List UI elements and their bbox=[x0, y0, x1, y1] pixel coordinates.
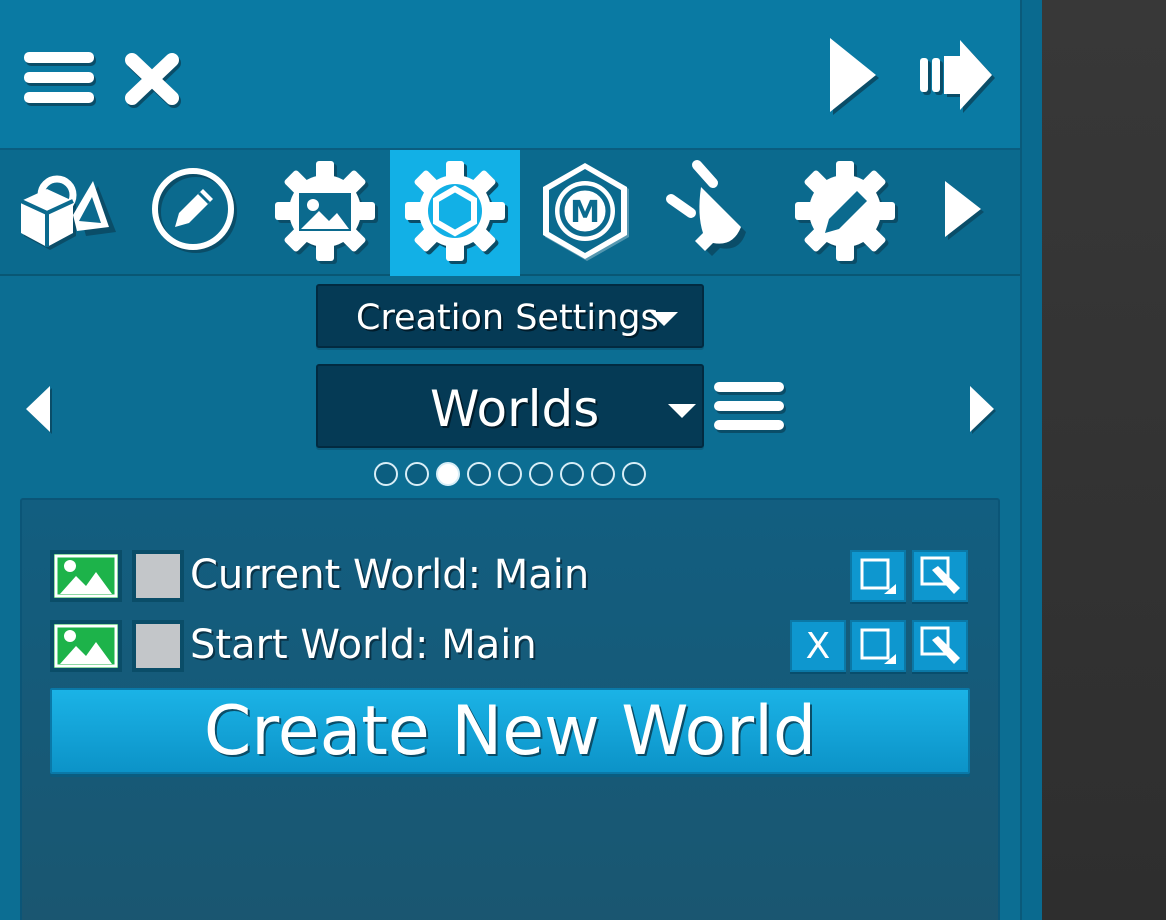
pencil-box-icon bbox=[920, 626, 960, 664]
gear-hexagon-icon bbox=[405, 161, 508, 265]
edit-box-icon bbox=[860, 628, 896, 664]
page-dot[interactable] bbox=[405, 462, 429, 486]
image-icon bbox=[54, 554, 118, 598]
page-dot[interactable] bbox=[467, 462, 491, 486]
panel-border bbox=[1020, 0, 1042, 920]
tab-shapes[interactable] bbox=[0, 150, 130, 276]
chevron-down-icon bbox=[668, 404, 696, 418]
page-dot[interactable] bbox=[591, 462, 615, 486]
list-menu-icon[interactable] bbox=[714, 382, 786, 434]
world-thumbnail[interactable] bbox=[50, 620, 122, 672]
create-new-world-button[interactable]: Create New World bbox=[50, 688, 970, 774]
page-dot[interactable] bbox=[436, 462, 460, 486]
tab-next[interactable] bbox=[910, 150, 1020, 276]
edit-world-button[interactable] bbox=[850, 620, 906, 672]
gear-pencil-icon bbox=[795, 161, 898, 265]
world-thumbnail[interactable] bbox=[50, 550, 122, 602]
tab-plugins[interactable] bbox=[650, 150, 780, 276]
hamburger-menu-icon[interactable] bbox=[24, 52, 96, 106]
page-dot[interactable] bbox=[529, 462, 553, 486]
chevron-down-icon bbox=[650, 312, 678, 326]
edit-box-icon bbox=[860, 558, 896, 594]
page-dot[interactable] bbox=[498, 462, 522, 486]
rename-world-button[interactable] bbox=[912, 620, 968, 672]
creation-settings-dropdown[interactable]: Creation Settings bbox=[316, 284, 704, 348]
rename-world-button[interactable] bbox=[912, 550, 968, 602]
gear-image-icon bbox=[275, 161, 378, 265]
tab-scripts[interactable] bbox=[780, 150, 910, 276]
pencil-box-icon bbox=[920, 556, 960, 594]
edit-world-button[interactable] bbox=[850, 550, 906, 602]
hexagon-m-icon: M bbox=[537, 161, 633, 265]
image-icon bbox=[54, 624, 118, 668]
page-dot[interactable] bbox=[622, 462, 646, 486]
page-dot[interactable] bbox=[374, 462, 398, 486]
start-world-label: Start World: Main bbox=[190, 622, 537, 668]
fast-forward-arrow-icon[interactable] bbox=[918, 40, 995, 113]
next-category-arrow-icon[interactable] bbox=[970, 386, 998, 434]
world-checkbox[interactable] bbox=[132, 620, 184, 672]
category-label: Worlds bbox=[430, 380, 600, 438]
clear-start-world-button[interactable]: X bbox=[790, 620, 846, 672]
plug-icon bbox=[665, 160, 765, 265]
next-arrow-icon bbox=[945, 181, 985, 245]
svg-text:M: M bbox=[570, 195, 600, 230]
previous-category-arrow-icon[interactable] bbox=[24, 386, 52, 434]
page-dot[interactable] bbox=[560, 462, 584, 486]
world-checkbox[interactable] bbox=[132, 550, 184, 602]
tab-mods[interactable]: M bbox=[520, 150, 650, 276]
shapes-objects-icon bbox=[17, 171, 116, 255]
creation-settings-label: Creation Settings bbox=[356, 298, 659, 338]
category-dropdown[interactable]: Worlds bbox=[316, 364, 704, 448]
viewport-background bbox=[1042, 0, 1166, 920]
close-x-icon[interactable] bbox=[124, 52, 182, 108]
current-world-label: Current World: Main bbox=[190, 552, 590, 598]
tab-edit[interactable] bbox=[130, 150, 260, 276]
pencil-circle-icon bbox=[152, 168, 237, 257]
tab-creation-settings[interactable] bbox=[390, 150, 520, 276]
play-icon[interactable] bbox=[830, 38, 880, 115]
tab-world-settings[interactable] bbox=[260, 150, 390, 276]
